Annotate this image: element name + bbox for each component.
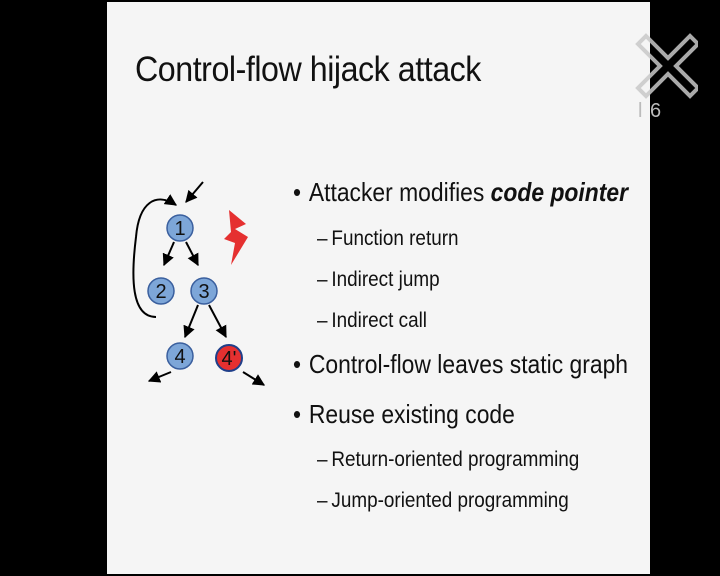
sub-bullet-text: Indirect call xyxy=(331,309,427,332)
edge-3-4prime xyxy=(208,304,227,339)
sub-bullet-text: Function return xyxy=(331,227,459,250)
bullet-item: • Attacker modifies code pointer xyxy=(293,177,628,207)
node-4-prime: 4' xyxy=(215,344,243,372)
sub-bullet-item: – Indirect call xyxy=(317,309,427,332)
node-label: 4 xyxy=(174,346,185,368)
edge-1-3 xyxy=(185,241,199,267)
node-2: 2 xyxy=(147,277,175,305)
edge-1-2 xyxy=(162,241,175,267)
edge-3-4 xyxy=(183,304,199,339)
sub-bullet-item: – Function return xyxy=(317,227,459,250)
edge-4-out xyxy=(147,371,172,383)
lightning-icon xyxy=(224,210,248,265)
node-label: 2 xyxy=(155,281,166,303)
channel-watermark: l 6 xyxy=(638,100,663,122)
slide-title: Control-flow hijack attack xyxy=(135,50,481,89)
sub-bullet-item: – Jump-oriented programming xyxy=(317,489,569,512)
sub-bullet-item: – Indirect jump xyxy=(317,268,440,291)
edge-4prime-out xyxy=(242,371,266,386)
bullet-text: Attacker modifies xyxy=(308,177,491,207)
sub-bullet-text: Jump-oriented programming xyxy=(331,489,569,512)
control-flow-graph: 1 2 3 4 4' xyxy=(132,181,266,386)
edge-entry xyxy=(185,181,204,203)
node-3: 3 xyxy=(190,277,218,305)
sub-bullet-text: Indirect jump xyxy=(331,268,440,291)
bullet-item: • Control-flow leaves static graph xyxy=(293,349,629,379)
node-1: 1 xyxy=(166,214,194,242)
bullet-text: Control-flow leaves static graph xyxy=(308,349,629,379)
bullet-text: Reuse existing code xyxy=(308,399,515,429)
node-label: 4' xyxy=(222,348,237,370)
bullet-item: • Reuse existing code xyxy=(293,399,515,429)
sub-bullet-text: Return-oriented programming xyxy=(331,448,580,471)
node-label: 3 xyxy=(198,281,209,303)
node-4: 4 xyxy=(166,342,194,370)
slide: Control-flow hijack attack 1 2 3 4 4' • … xyxy=(107,2,650,574)
node-label: 1 xyxy=(174,218,185,240)
sub-bullet-item: – Return-oriented programming xyxy=(317,448,580,471)
bullet-emphasis: code pointer xyxy=(490,177,628,207)
